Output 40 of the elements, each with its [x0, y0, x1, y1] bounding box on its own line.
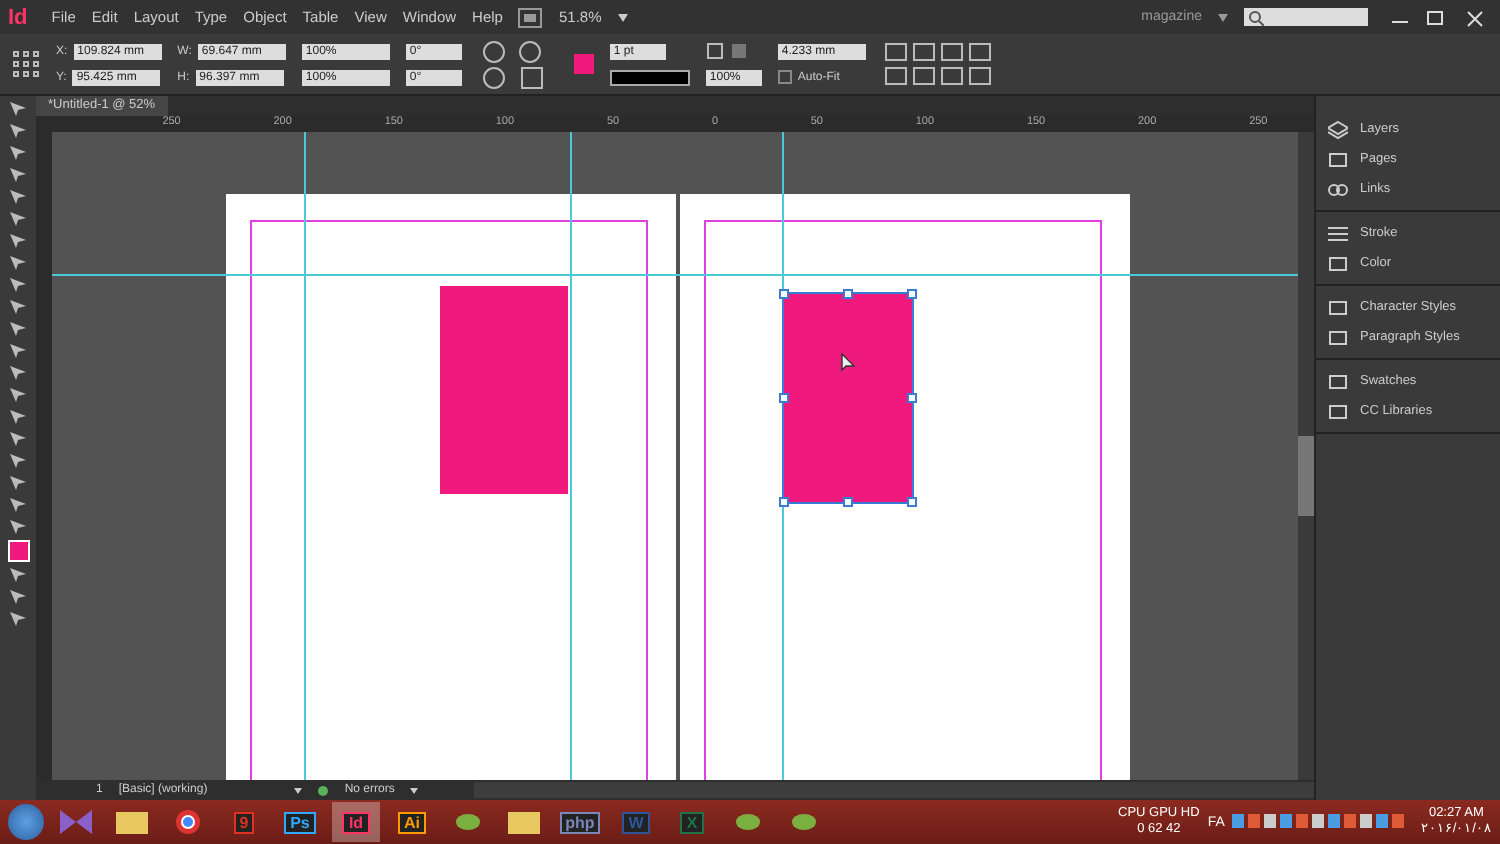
taskbar-app[interactable]: Ps — [276, 802, 324, 842]
app-logo: Ai — [398, 811, 426, 833]
leaf-icon — [454, 808, 482, 836]
search-icon — [1248, 9, 1264, 25]
app-logo: Ps — [284, 811, 316, 833]
folder-icon — [508, 810, 540, 834]
leaf-icon — [734, 808, 762, 836]
auto-fit-checkbox[interactable] — [777, 70, 792, 84]
circle-icon — [174, 808, 202, 836]
leaf-icon — [790, 808, 818, 836]
reference-point-icon[interactable] — [12, 50, 40, 78]
caret-icon[interactable] — [294, 787, 303, 793]
lines-icon — [1328, 223, 1348, 243]
status-dot-icon — [318, 785, 329, 795]
taskbar-app[interactable]: Id — [332, 802, 380, 842]
app-logo: 9 — [233, 811, 255, 833]
caret-icon[interactable] — [1218, 13, 1228, 21]
folder-icon — [116, 810, 148, 834]
bridge-icon[interactable] — [518, 7, 543, 27]
app-logo: Id — [8, 5, 28, 29]
horizontal-scrollbar[interactable] — [474, 782, 1314, 798]
scrollbar-thumb[interactable] — [1298, 436, 1314, 516]
taskbar-app[interactable]: php — [556, 802, 604, 842]
app-logo: W — [622, 811, 650, 833]
corner-icons[interactable] — [705, 42, 750, 60]
fill-swatch[interactable] — [573, 54, 594, 74]
layers-icon — [1328, 119, 1348, 139]
fill-stroke-icon[interactable] — [7, 540, 29, 562]
bowtie-icon — [60, 810, 92, 834]
search-field[interactable] — [1244, 8, 1368, 26]
start-button[interactable] — [8, 804, 44, 840]
app-logo: php — [559, 811, 601, 833]
caret-icon[interactable] — [617, 13, 628, 21]
taskbar-app[interactable]: Ai — [388, 802, 436, 842]
pointer-icon — [840, 352, 856, 372]
caret-icon[interactable] — [410, 787, 419, 793]
stroke-type-dropdown[interactable] — [609, 69, 690, 85]
app-logo: X — [680, 811, 704, 833]
link-icon — [1328, 179, 1348, 199]
app-logo: Id — [342, 811, 370, 833]
